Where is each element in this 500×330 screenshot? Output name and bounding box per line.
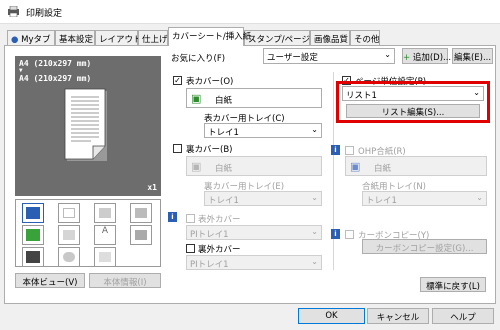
gear-icon bbox=[58, 247, 80, 267]
tab-my-tab[interactable]: ● Myタブ bbox=[7, 30, 55, 45]
cover-icon bbox=[22, 203, 44, 223]
printer-info-button[interactable]: 本体情報(I) bbox=[89, 273, 161, 288]
ohp-tray-select: トレイ1 ⌄ bbox=[362, 191, 487, 206]
add-favorite-button[interactable]: + 追加(D)... bbox=[402, 48, 451, 64]
back-outer-cover-label: 裏外カバー bbox=[198, 245, 241, 255]
tab-basic[interactable]: 基本設定 bbox=[55, 30, 95, 45]
restore-defaults-button[interactable]: 標準に戻す(L) bbox=[420, 277, 486, 292]
printer-view-button[interactable]: 本体ビュー(V) bbox=[15, 273, 85, 288]
back-cover-checkbox[interactable] bbox=[173, 144, 182, 153]
letter-a-icon: A bbox=[94, 225, 116, 245]
chevron-down-icon: ⌄ bbox=[311, 125, 318, 134]
chevron-down-icon: ⌄ bbox=[384, 50, 391, 59]
plus-icon: + bbox=[403, 53, 411, 63]
front-outer-tray-select: PIトレイ1 ⌄ bbox=[186, 225, 322, 240]
front-outer-cover-checkbox bbox=[186, 214, 195, 223]
preview-copies: x1 bbox=[147, 183, 157, 192]
favorites-label: お気に入り(F) bbox=[171, 54, 226, 64]
paper-icon: ▣ bbox=[191, 92, 202, 105]
column-divider bbox=[333, 72, 334, 270]
tab-layout[interactable]: レイアウト bbox=[95, 30, 142, 45]
back-cover-paper: ▣ 白紙 bbox=[186, 156, 322, 176]
info-icon[interactable]: i bbox=[331, 145, 340, 155]
front-cover-paper[interactable]: ▣ 白紙 bbox=[186, 88, 322, 108]
cancel-button[interactable]: キャンセル bbox=[367, 308, 429, 324]
tab-image-quality[interactable]: 画像品質 bbox=[310, 30, 350, 45]
chevron-down-icon: ⌄ bbox=[311, 193, 318, 202]
back-outer-tray-select: PIトレイ1 ⌄ bbox=[186, 255, 322, 270]
function-thumbnails: A bbox=[15, 199, 161, 267]
info-icon[interactable]: i bbox=[168, 212, 177, 222]
carbon-copy-settings-button: カーボンコピー設定(G)... bbox=[362, 239, 487, 254]
printer-icon bbox=[7, 5, 20, 18]
person-icon: ● bbox=[11, 35, 19, 45]
edit-favorite-button[interactable]: 編集(E)... bbox=[452, 48, 493, 64]
ohp-checkbox bbox=[345, 146, 354, 155]
back-cover-label: 裏カバー(B) bbox=[186, 145, 233, 155]
front-outer-cover-label: 表外カバー bbox=[198, 215, 241, 225]
ok-button[interactable]: OK bbox=[298, 308, 365, 324]
tab-other[interactable]: その他 bbox=[350, 30, 380, 45]
chevron-down-icon: ⌄ bbox=[311, 227, 318, 236]
ohp-icon bbox=[94, 247, 116, 267]
paper-icon: ▣ bbox=[191, 160, 202, 173]
cover-color-icon bbox=[22, 225, 44, 245]
info-icon[interactable]: i bbox=[331, 229, 340, 239]
front-cover-checkbox[interactable]: ✓ bbox=[173, 76, 182, 85]
preview-output-size: A4 (210x297 mm) bbox=[19, 74, 92, 83]
title-bar: 印刷設定 bbox=[0, 0, 500, 24]
favorites-select[interactable]: ユーザー設定 ⌄ bbox=[263, 48, 395, 64]
page-illustration bbox=[63, 88, 111, 164]
help-button[interactable]: ヘルプ bbox=[432, 308, 494, 324]
chapter-icon bbox=[94, 203, 116, 223]
chevron-down-icon: ⌄ bbox=[476, 193, 483, 202]
ohp-paper: ▣ 白紙 bbox=[345, 156, 487, 176]
preview-paper-size: A4 (210x297 mm) bbox=[19, 59, 92, 68]
tab-cover-sheet[interactable]: カバーシート/挿入紙 bbox=[168, 27, 251, 46]
chevron-down-icon: ⌄ bbox=[311, 257, 318, 266]
front-cover-label: 表カバー(O) bbox=[186, 77, 234, 87]
page-preview: A4 (210x297 mm) ▼ A4 (210x297 mm) x1 bbox=[15, 56, 161, 196]
preview-arrow-icon: ▼ bbox=[19, 67, 23, 74]
front-cover-tray-select[interactable]: トレイ1 ⌄ bbox=[204, 123, 322, 138]
stack-icon bbox=[130, 225, 152, 245]
highlight-box bbox=[336, 81, 490, 123]
booklet-icon bbox=[130, 203, 152, 223]
carbon-copy-checkbox bbox=[345, 230, 354, 239]
back-outer-cover-checkbox[interactable] bbox=[186, 244, 195, 253]
paper-icon: ▣ bbox=[350, 160, 361, 173]
document-icon bbox=[22, 247, 44, 267]
insert-icon bbox=[58, 203, 80, 223]
tab-finishing[interactable]: 仕上げ bbox=[138, 30, 168, 45]
blank-icon bbox=[58, 225, 80, 245]
window-title: 印刷設定 bbox=[26, 9, 63, 19]
tab-stamp[interactable]: スタンプ/ページ印字 bbox=[244, 30, 327, 45]
back-cover-tray-select: トレイ1 ⌄ bbox=[204, 191, 322, 206]
